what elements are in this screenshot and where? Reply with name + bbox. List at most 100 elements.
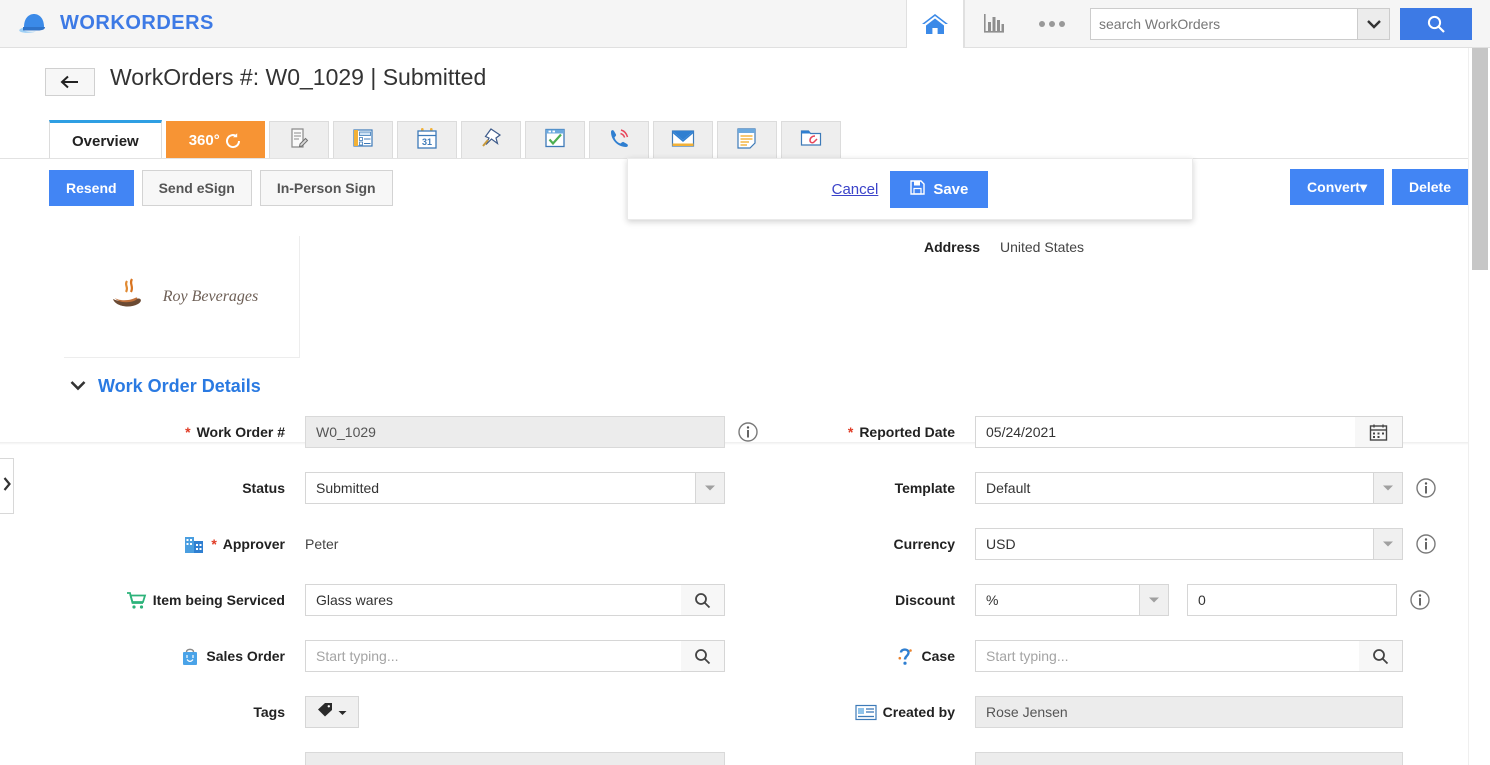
company-logo: Roy Beverages: [105, 277, 259, 316]
field-partial-left: [0, 752, 760, 765]
sidebar-expand-handle[interactable]: [0, 458, 14, 514]
template-value[interactable]: [975, 472, 1373, 504]
field-label: [0, 752, 285, 765]
info-icon[interactable]: [737, 421, 759, 443]
convert-button[interactable]: Convert▾: [1290, 169, 1384, 205]
search-icon[interactable]: [1359, 640, 1403, 672]
send-esign-button[interactable]: Send eSign: [142, 170, 252, 206]
tag-icon: [317, 702, 334, 723]
form-content-area: Roy Beverages Address United States Work…: [0, 221, 1468, 765]
vertical-scrollbar[interactable]: [1468, 48, 1490, 765]
svg-text:31: 31: [422, 137, 432, 147]
app-window: WORKORDERS: [0, 0, 1490, 765]
tab-attachment[interactable]: [781, 121, 841, 160]
status-value[interactable]: [305, 472, 695, 504]
status-select[interactable]: [305, 472, 725, 504]
field-label: Created by: [760, 696, 955, 728]
field-label: Sales Order: [0, 640, 285, 672]
discount-amount-input[interactable]: [1187, 584, 1397, 616]
search-icon[interactable]: [681, 640, 725, 672]
save-label: Save: [933, 181, 968, 198]
notes-icon: [735, 127, 758, 154]
tags-dropdown-button[interactable]: [305, 696, 359, 728]
back-arrow-icon[interactable]: [45, 68, 95, 96]
in-person-sign-button[interactable]: In-Person Sign: [260, 170, 393, 206]
field-control: [975, 584, 1431, 616]
field-label: Discount: [760, 584, 955, 616]
discount-type-value[interactable]: [975, 584, 1139, 616]
scrollbar-thumb[interactable]: [1472, 48, 1488, 270]
save-button[interactable]: Save: [890, 171, 988, 208]
currency-select[interactable]: [975, 528, 1403, 560]
reported-date-input[interactable]: [975, 416, 1355, 448]
chevron-down-icon[interactable]: [695, 472, 725, 504]
work-order-details-section-header[interactable]: Work Order Details: [70, 376, 261, 397]
chevron-down-icon[interactable]: [1139, 584, 1169, 616]
tab-email[interactable]: [653, 121, 713, 160]
shopping-bag-icon: [180, 646, 200, 667]
tab-details-list[interactable]: [333, 121, 393, 160]
tab-360[interactable]: 360°: [166, 121, 265, 160]
address-row: Address United States: [905, 239, 1084, 255]
chevron-down-icon[interactable]: [1373, 528, 1403, 560]
tab-calendar[interactable]: 31: [397, 121, 457, 160]
field-control: [305, 696, 359, 728]
tab-document-edit[interactable]: [269, 121, 329, 160]
field-control: [305, 416, 759, 448]
tab-task-check[interactable]: [525, 121, 585, 160]
field-control: [975, 696, 1403, 728]
tab-overview[interactable]: Overview: [49, 120, 162, 160]
address-value: United States: [1000, 239, 1084, 255]
created-by-input[interactable]: [975, 696, 1403, 728]
cap-logo-icon: [18, 11, 50, 37]
top-navigation-bar: WORKORDERS: [0, 0, 1490, 48]
tab-phone-call[interactable]: [589, 121, 649, 160]
resend-button[interactable]: Resend: [49, 170, 134, 206]
field-control: [305, 584, 725, 616]
label-text: Work Order #: [197, 416, 285, 448]
discount-type-select[interactable]: [975, 584, 1169, 616]
chevron-down-icon[interactable]: [1373, 472, 1403, 504]
label-text: Discount: [895, 584, 955, 616]
tab-overview-label: Overview: [72, 133, 139, 150]
brand-area[interactable]: WORKORDERS: [18, 11, 214, 37]
sales-order-input[interactable]: [305, 640, 681, 672]
cancel-link[interactable]: Cancel: [832, 181, 879, 198]
question-help-icon: [894, 645, 916, 667]
partial-right-input[interactable]: [975, 752, 1403, 765]
template-select[interactable]: [975, 472, 1403, 504]
search-icon[interactable]: [681, 584, 725, 616]
calendar-31-icon: 31: [415, 127, 439, 155]
tab-360-label: 360°: [189, 132, 220, 149]
info-icon[interactable]: [1415, 533, 1437, 555]
field-template: Template: [760, 472, 1460, 528]
search-input[interactable]: [1091, 9, 1357, 39]
left-action-buttons: Resend Send eSign In-Person Sign: [49, 170, 393, 206]
case-input[interactable]: [975, 640, 1359, 672]
search-button[interactable]: [1400, 8, 1472, 40]
work-order-number-input[interactable]: [305, 416, 725, 448]
tab-pin[interactable]: [461, 121, 521, 160]
field-sales-order: Sales Order: [0, 640, 760, 696]
info-icon[interactable]: [1415, 477, 1437, 499]
item-serviced-input[interactable]: [305, 584, 681, 616]
required-marker: *: [848, 416, 853, 448]
delete-button[interactable]: Delete: [1392, 169, 1468, 205]
tab-notes[interactable]: [717, 121, 777, 160]
home-icon[interactable]: [906, 0, 964, 48]
details-list-icon: [351, 127, 375, 154]
field-label: Template: [760, 472, 955, 504]
field-tags: Tags: [0, 696, 760, 752]
currency-value[interactable]: [975, 528, 1373, 560]
calendar-icon[interactable]: [1355, 416, 1403, 448]
info-icon[interactable]: [1409, 589, 1431, 611]
field-control: Peter: [305, 528, 338, 560]
bar-chart-icon[interactable]: [964, 0, 1022, 48]
field-currency: Currency: [760, 528, 1460, 584]
field-work-order-number: * Work Order #: [0, 416, 760, 472]
chevron-down-icon[interactable]: [1357, 9, 1389, 39]
chevron-right-icon: [3, 477, 11, 496]
task-check-icon: [543, 127, 567, 154]
more-dots-icon[interactable]: [1022, 0, 1082, 48]
partial-left-input[interactable]: [305, 752, 725, 765]
